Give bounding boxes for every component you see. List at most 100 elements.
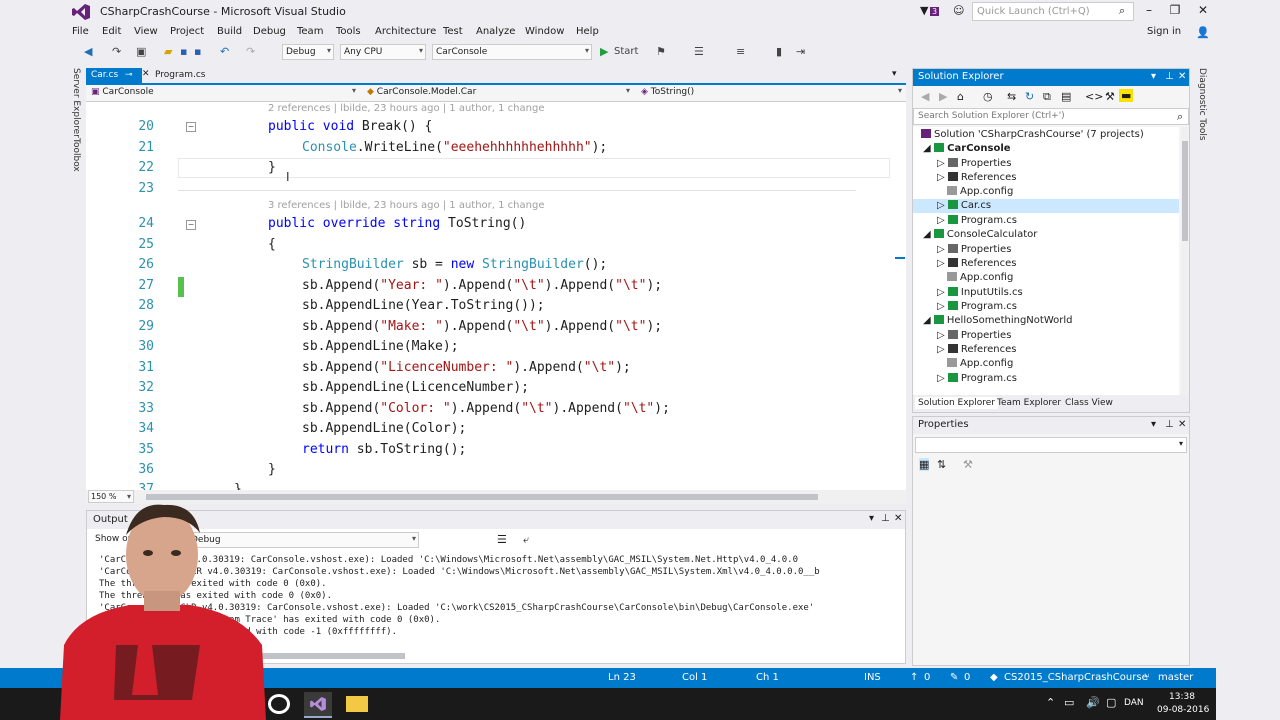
tab-solution-explorer[interactable]: Solution Explorer [915, 397, 998, 409]
code-line[interactable]: public void Break() { [268, 119, 432, 134]
pencil-icon[interactable]: ✎ [950, 672, 958, 683]
code-line[interactable]: sb.AppendLine(Color); [302, 421, 466, 436]
view-code-icon[interactable]: <> [1085, 90, 1103, 103]
notification-badge[interactable]: 3 [930, 7, 940, 16]
back-icon[interactable]: ◀ [84, 45, 92, 58]
attach-icon[interactable]: ⚑ [656, 45, 666, 58]
type-dropdown[interactable]: ◆ CarConsole.Model.Car [364, 85, 632, 101]
collapse-all-icon[interactable]: ⧉ [1043, 90, 1051, 104]
close-button[interactable]: ✕ [1194, 3, 1212, 17]
input-language[interactable]: DAN [1124, 698, 1144, 708]
account-icon[interactable]: 👤 [1196, 26, 1210, 39]
tree-item[interactable]: ▷ Properties [937, 158, 1011, 169]
pane-menu-icon[interactable]: ▾ [869, 513, 874, 524]
diagnostic-tools-tab[interactable]: Diagnostic Tools [1197, 68, 1207, 141]
menu-help[interactable]: Help [576, 26, 599, 37]
solution-search-input[interactable]: Search Solution Explorer (Ctrl+') [913, 108, 1189, 125]
clock-date[interactable]: 09-08-2016 [1157, 705, 1209, 715]
tab-car-cs[interactable]: Car.cs ⊸ [86, 68, 142, 83]
tree-scrollbar[interactable] [1181, 127, 1189, 395]
categorized-icon[interactable]: ▦ [919, 458, 930, 471]
server-explorer-tab[interactable]: Server Explorer [71, 68, 81, 138]
tree-item[interactable]: ▷ Car.cs [937, 200, 991, 211]
repository-icon[interactable]: ◆ [990, 672, 998, 683]
menu-debug[interactable]: Debug [253, 26, 286, 37]
close-pane-icon[interactable]: ✕ [1178, 419, 1186, 430]
tab-program-cs[interactable]: Program.cs [150, 68, 210, 83]
save-icon[interactable]: ▪ [180, 45, 187, 58]
code-line[interactable]: StringBuilder sb = new StringBuilder(); [302, 257, 607, 272]
word-wrap-icon[interactable]: ⤶ [523, 533, 529, 547]
code-editor[interactable]: 2 references | lbilde, 23 hours ago | 1 … [86, 102, 906, 490]
filter-icon[interactable]: ▼ [920, 4, 928, 17]
tree-item[interactable]: ▷ Program.cs [937, 301, 1017, 312]
restore-button[interactable]: ❐ [1166, 3, 1184, 17]
menu-test[interactable]: Test [443, 26, 463, 37]
menu-project[interactable]: Project [170, 26, 204, 37]
pin-icon[interactable]: ⊥ [881, 513, 890, 524]
volume-icon[interactable]: 🔊 [1086, 696, 1100, 709]
startup-project-select[interactable]: CarConsole [432, 44, 592, 60]
menu-team[interactable]: Team [297, 26, 323, 37]
pin-icon[interactable]: ⊥ [1165, 71, 1174, 82]
pane-menu-icon[interactable]: ▾ [1151, 419, 1156, 430]
close-pane-icon[interactable]: ✕ [1178, 71, 1186, 82]
property-pages-icon[interactable]: ⚒ [963, 458, 973, 471]
codelens-break[interactable]: 2 references | lbilde, 23 hours ago | 1 … [268, 103, 544, 114]
clear-all-icon[interactable]: ☰ [497, 533, 507, 546]
project-dropdown[interactable]: ▣ CarConsole [88, 85, 358, 101]
file-explorer-icon[interactable] [346, 696, 368, 712]
close-pane-icon[interactable]: ✕ [894, 513, 902, 524]
code-line[interactable]: } [268, 160, 276, 175]
properties-wrench-icon[interactable]: ⚒ [1105, 90, 1115, 103]
tree-item[interactable]: App.config [947, 358, 1013, 369]
undo-icon[interactable]: ↶ [220, 45, 229, 58]
comment-icon[interactable]: ≡ [736, 45, 745, 58]
code-line[interactable]: sb.AppendLine(Make); [302, 339, 459, 354]
tree-item[interactable]: ▷ Program.cs [937, 215, 1017, 226]
repository-name[interactable]: CS2015_CSharpCrashCourse [1004, 672, 1148, 683]
tree-item[interactable]: App.config [947, 272, 1013, 283]
forward-icon[interactable]: ▶ [939, 90, 947, 103]
platform-select[interactable]: Any CPU [340, 44, 426, 60]
action-center-icon[interactable]: ▢ [1106, 696, 1116, 709]
code-line[interactable]: sb.Append("Make: ").Append("\t").Append(… [302, 319, 662, 334]
tree-item[interactable]: ▷ Properties [937, 330, 1011, 341]
tree-item[interactable]: ▷ Properties [937, 244, 1011, 255]
tree-item[interactable]: ◢ ConsoleCalculator [923, 229, 1037, 240]
quick-launch-input[interactable]: Quick Launch (Ctrl+Q) [972, 2, 1134, 21]
preview-selected-icon[interactable]: ▬ [1119, 89, 1134, 102]
align-icon[interactable]: ☰ [694, 45, 704, 58]
code-line[interactable]: sb.Append("Year: ").Append("\t").Append(… [302, 278, 662, 293]
code-line[interactable]: } [234, 482, 242, 490]
unpushed-commits[interactable]: 0 [924, 672, 930, 683]
menu-architecture[interactable]: Architecture [375, 26, 436, 37]
pin-icon[interactable]: ⊥ [1165, 419, 1174, 430]
tab-overflow-icon[interactable]: ▾ [892, 69, 897, 79]
network-icon[interactable]: ▭ [1064, 696, 1074, 709]
pin-icon[interactable]: ⊸ [125, 70, 133, 80]
save-all-icon[interactable]: ▪ [194, 45, 201, 58]
clock-time[interactable]: 13:38 [1169, 692, 1195, 702]
menu-tools[interactable]: Tools [336, 26, 361, 37]
open-folder-icon[interactable]: ▰ [164, 45, 172, 58]
configuration-select[interactable]: Debug [282, 44, 334, 60]
code-line[interactable]: } [268, 462, 276, 477]
code-line[interactable]: sb.Append("LicenceNumber: ").Append("\t"… [302, 360, 631, 375]
cortana-icon[interactable] [268, 694, 290, 714]
arrow-up-icon[interactable]: ↑ [910, 672, 918, 683]
redo-icon[interactable]: ↷ [112, 45, 121, 58]
history-icon[interactable]: ◷ [983, 90, 993, 103]
tree-item[interactable]: ◢ HelloSomethingNotWorld [923, 315, 1072, 326]
bookmark-next-icon[interactable]: ⇥ [796, 45, 805, 58]
tree-item[interactable]: ▷ Program.cs [937, 373, 1017, 384]
branch-icon[interactable]: ⑂ [1144, 672, 1150, 683]
tree-scroll-thumb[interactable] [1182, 141, 1188, 241]
alphabetical-icon[interactable]: ⇅ [937, 458, 946, 471]
minimize-button[interactable]: – [1140, 3, 1158, 17]
close-tab-icon[interactable]: ✕ [142, 69, 150, 79]
code-line[interactable]: sb.AppendLine(Year.ToString()); [302, 298, 545, 313]
code-line[interactable]: sb.AppendLine(LicenceNumber); [302, 380, 529, 395]
new-project-icon[interactable]: ▣ [136, 45, 146, 58]
sync-icon[interactable]: ⇆ [1007, 90, 1016, 103]
